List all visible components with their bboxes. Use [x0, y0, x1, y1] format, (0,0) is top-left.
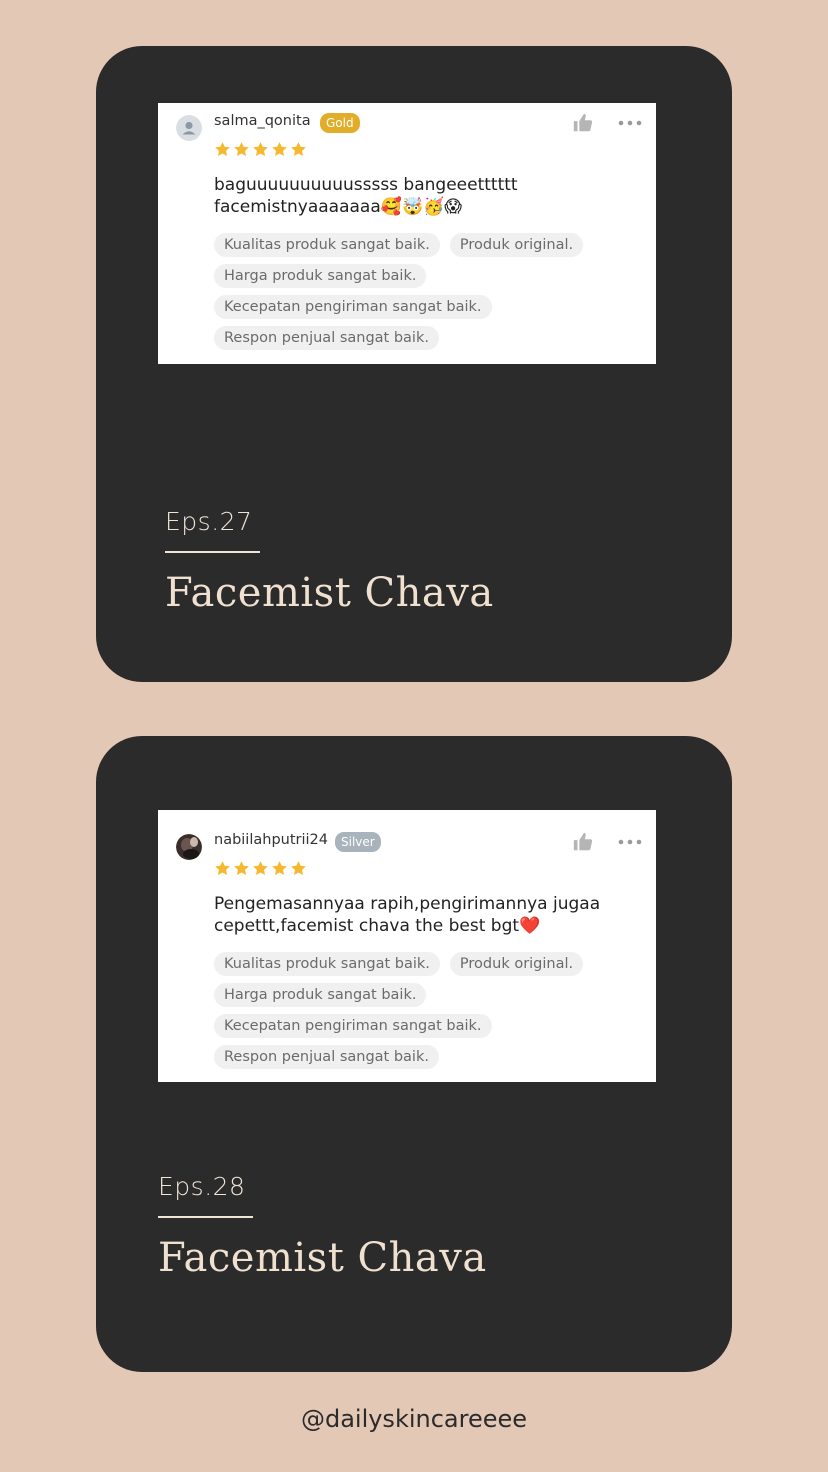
episode-underline [165, 551, 260, 553]
review-tag: Respon penjual sangat baik. [214, 1045, 439, 1069]
star-icon [234, 142, 249, 156]
episode-underline [158, 1216, 253, 1218]
review-comment: baguuuuuuuuuusssss bangeeetttttt facemis… [214, 175, 518, 217]
review-tags: Kualitas produk sangat baik. Produk orig… [214, 952, 644, 1076]
star-icon [253, 861, 268, 875]
review-screenshot: nabiilahputrii24 Silver Pengemasannyaa r… [158, 810, 656, 1082]
episode-label: Eps.27 [165, 507, 253, 536]
star-icon [215, 142, 230, 156]
product-title: Facemist Chava [158, 1235, 487, 1281]
more-options-icon[interactable] [618, 839, 642, 845]
member-badge: Gold [320, 113, 360, 133]
star-icon [272, 142, 287, 156]
episode-label: Eps.28 [158, 1172, 246, 1201]
review-tag: Kualitas produk sangat baik. [214, 233, 440, 257]
review-tag: Produk original. [449, 952, 584, 976]
product-title: Facemist Chava [165, 570, 494, 616]
review-tag: Respon penjual sangat baik. [214, 326, 439, 350]
review-tag: Kualitas produk sangat baik. [214, 952, 440, 976]
user-avatar-icon [176, 115, 202, 141]
story-card-eps-28: nabiilahputrii24 Silver Pengemasannyaa r… [96, 736, 732, 1372]
thumbs-up-icon[interactable] [572, 112, 594, 134]
review-comment: Pengemasannyaa rapih,pengirimannya jugaa… [214, 894, 601, 936]
star-icon [253, 142, 268, 156]
star-icon [291, 142, 306, 156]
star-icon [215, 861, 230, 875]
review-tags: Kualitas produk sangat baik. Produk orig… [214, 233, 644, 357]
story-card-eps-27: salma_qonita Gold baguuuuuuuuuusssss ban… [96, 46, 732, 682]
star-icon [234, 861, 249, 875]
star-icon [272, 861, 287, 875]
star-rating [214, 860, 307, 877]
star-icon [291, 861, 306, 875]
reviewer-username: salma_qonita [214, 113, 311, 129]
review-tag: Harga produk sangat baik. [214, 264, 427, 288]
more-options-icon[interactable] [618, 120, 642, 126]
reviewer-username: nabiilahputrii24 [214, 832, 328, 848]
review-tag: Harga produk sangat baik. [214, 983, 427, 1007]
review-screenshot: salma_qonita Gold baguuuuuuuuuusssss ban… [158, 103, 656, 364]
account-handle: @dailyskincareeee [300, 1405, 528, 1433]
thumbs-up-icon[interactable] [572, 831, 594, 853]
member-badge: Silver [335, 832, 381, 852]
review-tag: Produk original. [449, 233, 584, 257]
user-avatar-photo [176, 834, 202, 860]
review-tag: Kecepatan pengiriman sangat baik. [214, 1014, 492, 1038]
star-rating [214, 141, 307, 158]
review-tag: Kecepatan pengiriman sangat baik. [214, 295, 492, 319]
